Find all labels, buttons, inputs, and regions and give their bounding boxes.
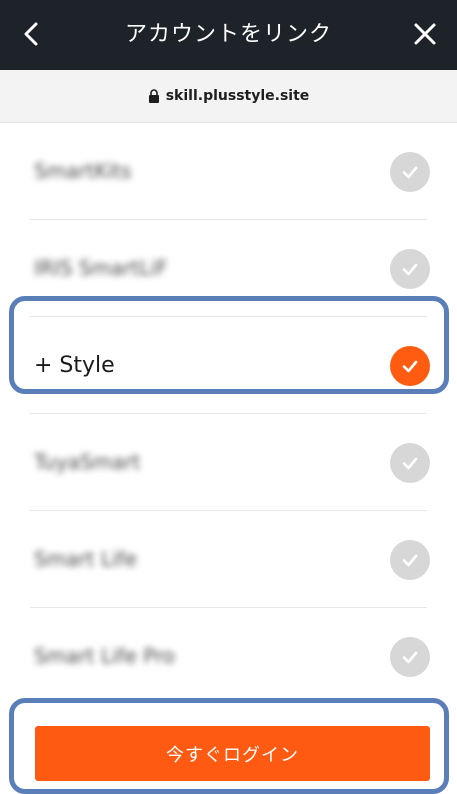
account-list: SmartKits IRIS SmartLiF + Style TuyaSmar… <box>0 123 457 705</box>
check-icon[interactable] <box>390 443 430 483</box>
url-text: skill.plusstyle.site <box>165 88 310 104</box>
account-label: Smart Life <box>34 547 137 571</box>
check-icon[interactable] <box>390 249 430 289</box>
account-row-4[interactable]: TuyaSmart <box>0 414 457 511</box>
back-button[interactable] <box>14 16 50 52</box>
page-title: アカウントをリンク <box>124 22 332 47</box>
account-row-1[interactable]: SmartKits <box>0 123 457 220</box>
close-button[interactable] <box>407 16 443 52</box>
check-icon[interactable] <box>390 637 430 677</box>
login-highlight <box>9 698 449 794</box>
lock-icon <box>148 89 159 103</box>
account-label: Smart Life Pro <box>34 644 175 668</box>
chevron-left-icon <box>24 22 38 46</box>
account-row-6[interactable]: Smart Life Pro <box>0 608 457 705</box>
app-header: アカウントをリンク <box>0 0 457 70</box>
account-label: TuyaSmart <box>34 450 141 474</box>
close-icon <box>414 23 436 45</box>
url-bar: skill.plusstyle.site <box>0 70 457 123</box>
check-icon[interactable] <box>390 540 430 580</box>
account-row-5[interactable]: Smart Life <box>0 511 457 608</box>
selection-highlight <box>9 296 449 394</box>
check-icon[interactable] <box>390 152 430 192</box>
account-label: SmartKits <box>34 159 132 183</box>
